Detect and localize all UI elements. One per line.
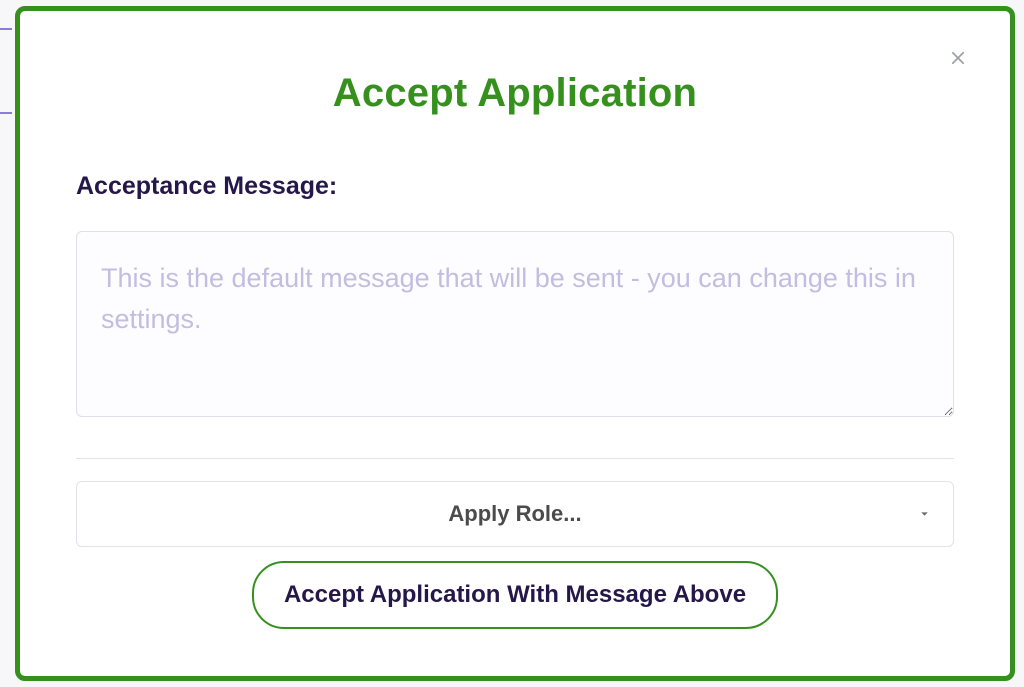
modal-title: Accept Application (76, 71, 954, 116)
accept-application-button[interactable]: Accept Application With Message Above (252, 561, 778, 629)
chevron-down-icon (918, 508, 931, 521)
acceptance-message-label: Acceptance Message: (76, 172, 954, 201)
apply-role-dropdown[interactable]: Apply Role... (76, 481, 954, 547)
close-icon (949, 49, 967, 70)
accept-application-modal: Accept Application Acceptance Message: A… (15, 6, 1015, 681)
divider (76, 458, 954, 459)
acceptance-message-input[interactable] (76, 231, 954, 417)
background-decor-line (0, 112, 12, 114)
close-button[interactable] (944, 45, 972, 73)
background-decor-line (0, 28, 12, 30)
dropdown-label: Apply Role... (448, 501, 581, 527)
accept-button-container: Accept Application With Message Above (76, 561, 954, 629)
